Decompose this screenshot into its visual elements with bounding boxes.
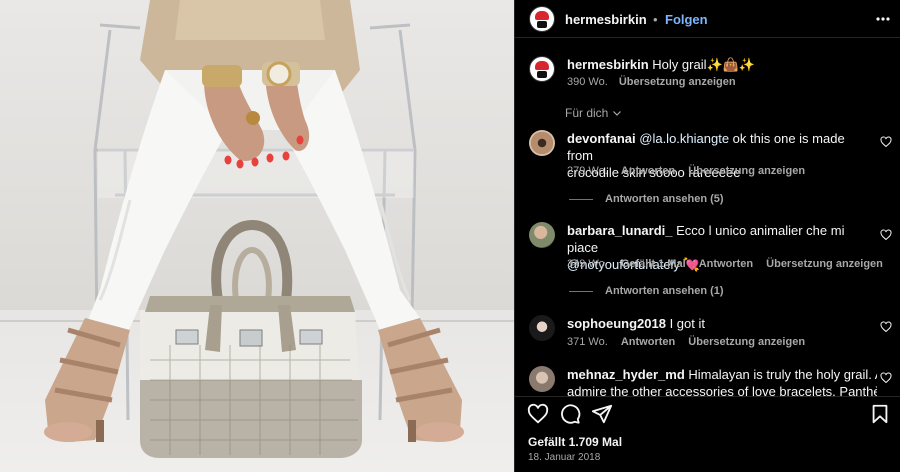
caption-meta: 390 Wo. Übersetzung anzeigen <box>567 76 736 88</box>
share-icon[interactable] <box>591 403 613 425</box>
caption-translate[interactable]: Übersetzung anzeigen <box>619 76 736 88</box>
comment-meta: 349 Wo. Gefällt 1 Mal Antworten Übersetz… <box>567 258 883 270</box>
comment-text-line1: I got it <box>665 316 705 331</box>
caption-text-line: hermesbirkin Holy grail✨👜✨ <box>567 56 887 73</box>
post-date[interactable]: 18. Januar 2018 <box>528 452 600 463</box>
comment-avatar[interactable] <box>529 315 555 341</box>
chevron-down-icon <box>613 111 622 116</box>
comment-avatar[interactable] <box>529 130 555 156</box>
avatar[interactable] <box>529 6 555 32</box>
comment-icon[interactable] <box>559 403 581 425</box>
comment-username[interactable]: barbara_lunardi_ <box>567 223 673 238</box>
heart-icon[interactable] <box>527 403 549 425</box>
heart-icon[interactable] <box>880 229 892 241</box>
comment-username[interactable]: mehnaz_hyder_md <box>567 367 685 382</box>
comment-username[interactable]: devonfanai <box>567 131 636 146</box>
translate-button[interactable]: Übersetzung anzeigen <box>688 336 805 348</box>
comment-avatar[interactable] <box>529 222 555 248</box>
for-you-label: Für dich <box>565 106 609 120</box>
caption-avatar[interactable] <box>529 56 555 82</box>
view-replies-button[interactable]: Antworten ansehen (1) <box>569 285 724 297</box>
comment-avatar[interactable] <box>529 366 555 392</box>
translate-button[interactable]: Übersetzung anzeigen <box>766 258 883 270</box>
heart-icon[interactable] <box>880 372 892 384</box>
comment-username[interactable]: sophoeung2018 <box>567 316 666 331</box>
caption-time[interactable]: 390 Wo. <box>567 76 608 88</box>
comment-meta: 371 Wo. Antworten Übersetzung anzeigen <box>567 336 805 348</box>
for-you-sort[interactable]: Für dich <box>565 106 622 120</box>
heart-icon[interactable] <box>880 136 892 148</box>
likes-count[interactable]: Gefällt 1.709 Mal <box>528 435 622 449</box>
view-replies-label: Antworten ansehen (1) <box>605 285 724 297</box>
comment-text: mehnaz_hyder_md Himalayan is truly the h… <box>567 366 877 400</box>
view-replies-label: Antworten ansehen (5) <box>605 193 724 205</box>
reply-button[interactable]: Antworten <box>699 258 753 270</box>
post-detail-panel: hermesbirkin • Folgen hermesbirkin Holy … <box>514 0 900 472</box>
comment-mention[interactable]: @la.lo.khiangte <box>639 131 729 146</box>
caption-username[interactable]: hermesbirkin <box>567 57 649 72</box>
photo-illustration <box>44 0 464 458</box>
post-header: hermesbirkin • Folgen <box>515 0 900 38</box>
heart-icon[interactable] <box>880 321 892 333</box>
header-username[interactable]: hermesbirkin <box>565 12 647 27</box>
divider-line <box>569 290 593 292</box>
save-icon[interactable] <box>869 403 891 425</box>
comment-text: sophoeung2018 I got it <box>567 315 867 332</box>
comment-meta: 279 Wo. Antworten Übersetzung anzeigen <box>567 165 805 177</box>
follow-button[interactable]: Folgen <box>665 12 708 27</box>
action-bar: Gefällt 1.709 Mal 18. Januar 2018 <box>515 396 900 472</box>
comment-time[interactable]: 349 Wo. <box>567 258 608 270</box>
comment-text-line1: Himalayan is truly the holy grail. Also <box>688 367 877 382</box>
view-replies-button[interactable]: Antworten ansehen (5) <box>569 193 724 205</box>
header-separator: • <box>653 12 658 27</box>
comment-likes[interactable]: Gefällt 1 Mal <box>621 258 686 270</box>
reply-button[interactable]: Antworten <box>621 165 675 177</box>
caption-text: Holy grail✨👜✨ <box>652 57 756 72</box>
comment-time[interactable]: 371 Wo. <box>567 336 608 348</box>
post-image[interactable] <box>0 0 514 472</box>
translate-button[interactable]: Übersetzung anzeigen <box>688 165 805 177</box>
divider-line <box>569 198 593 200</box>
comment-time[interactable]: 279 Wo. <box>567 165 608 177</box>
more-horizontal-icon[interactable] <box>875 11 891 27</box>
reply-button[interactable]: Antworten <box>621 336 675 348</box>
